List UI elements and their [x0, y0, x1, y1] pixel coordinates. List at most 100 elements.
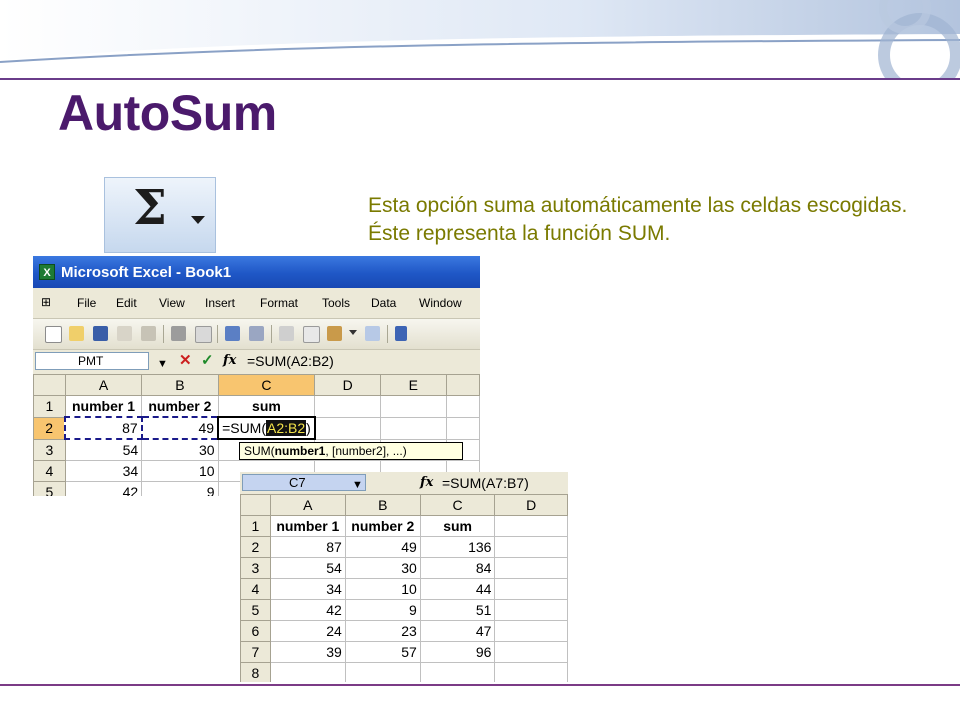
name-box-dropdown-icon[interactable]: ▼ [157, 356, 168, 372]
undo-icon[interactable] [395, 326, 407, 341]
column-header[interactable]: A [269, 494, 346, 516]
cancel-icon[interactable]: ✕ [179, 353, 192, 369]
cell[interactable] [494, 557, 568, 579]
cell[interactable]: 136 [419, 536, 496, 558]
cell[interactable]: 24 [269, 620, 346, 642]
column-header[interactable]: D [494, 494, 568, 516]
cell[interactable] [494, 620, 568, 642]
cell[interactable]: 10 [344, 578, 421, 600]
cell[interactable]: 10 [141, 460, 219, 482]
cell[interactable]: number 2 [141, 395, 219, 418]
cell[interactable] [380, 395, 447, 418]
row-header[interactable]: 4 [240, 578, 271, 600]
cell[interactable]: 34 [64, 460, 143, 482]
row-header[interactable]: 3 [240, 557, 271, 579]
cell[interactable] [494, 641, 568, 663]
cell[interactable]: number 1 [64, 395, 143, 418]
autosum-button[interactable]: Σ [104, 177, 216, 253]
cell[interactable]: 30 [141, 438, 219, 461]
cell[interactable]: 42 [64, 481, 143, 496]
cut-icon[interactable] [279, 326, 294, 341]
cell[interactable]: 87 [64, 416, 143, 440]
menu-window[interactable]: Window [419, 296, 462, 310]
cell[interactable]: 49 [140, 416, 220, 440]
row-header[interactable]: 3 [33, 438, 66, 461]
cell[interactable]: 49 [344, 536, 421, 558]
cell[interactable] [445, 416, 480, 440]
cell[interactable]: 23 [344, 620, 421, 642]
cell[interactable] [344, 662, 421, 682]
research-icon[interactable] [249, 326, 264, 341]
menu-data[interactable]: Data [371, 296, 396, 310]
active-cell[interactable]: =SUM(A2:B2) [217, 416, 316, 440]
cell[interactable] [445, 395, 480, 418]
cell[interactable] [494, 578, 568, 600]
cell[interactable]: 96 [419, 641, 496, 663]
formula-input[interactable]: =SUM(A7:B7) [442, 475, 529, 491]
enter-icon[interactable]: ✓ [201, 353, 214, 369]
permission-icon[interactable] [117, 326, 132, 341]
row-header[interactable]: 5 [33, 481, 66, 496]
cell[interactable]: 39 [269, 641, 346, 663]
copy-icon[interactable] [303, 326, 320, 343]
menu-tools[interactable]: Tools [322, 296, 350, 310]
save-icon[interactable] [93, 326, 108, 341]
column-header[interactable]: C [217, 374, 316, 396]
name-box[interactable]: PMT [35, 352, 149, 370]
row-header[interactable]: 4 [33, 460, 66, 482]
name-box[interactable]: C7 [242, 474, 366, 491]
column-header[interactable]: E [380, 374, 447, 396]
cell[interactable]: sum [217, 395, 316, 418]
menu-view[interactable]: View [159, 296, 185, 310]
row-header[interactable]: 5 [240, 599, 271, 621]
cell[interactable]: number 2 [344, 515, 421, 537]
column-header[interactable] [445, 374, 480, 396]
insert-function-icon[interactable]: fx [223, 353, 236, 369]
format-painter-icon[interactable] [365, 326, 380, 341]
row-header[interactable]: 1 [33, 395, 66, 418]
cell[interactable]: 84 [419, 557, 496, 579]
cell[interactable]: 54 [64, 438, 143, 461]
cell[interactable]: 9 [141, 481, 219, 496]
insert-function-icon[interactable]: fx [420, 475, 433, 491]
menu-app-icon[interactable]: ⊞ [41, 295, 51, 309]
cell[interactable] [494, 662, 568, 682]
open-icon[interactable] [69, 326, 84, 341]
column-header[interactable]: B [141, 374, 219, 396]
select-all-corner[interactable] [240, 494, 271, 516]
row-header[interactable]: 8 [240, 662, 271, 682]
menu-insert[interactable]: Insert [205, 296, 235, 310]
cell[interactable]: number 1 [269, 515, 346, 537]
print-preview-icon[interactable] [195, 326, 212, 343]
menu-edit[interactable]: Edit [116, 296, 137, 310]
tooltip-arg1[interactable]: number1 [275, 444, 326, 458]
cell[interactable] [269, 662, 346, 682]
column-header[interactable]: D [314, 374, 382, 396]
email-icon[interactable] [141, 326, 156, 341]
cell[interactable]: 30 [344, 557, 421, 579]
cell[interactable]: 42 [269, 599, 346, 621]
column-header[interactable]: A [64, 374, 143, 396]
cell[interactable] [314, 395, 382, 418]
cell[interactable] [494, 515, 568, 537]
select-all-corner[interactable] [33, 374, 66, 396]
cell[interactable] [419, 662, 496, 682]
cell[interactable]: 51 [419, 599, 496, 621]
row-header[interactable]: 2 [240, 536, 271, 558]
paste-icon[interactable] [327, 326, 342, 341]
cell[interactable] [494, 536, 568, 558]
row-header[interactable]: 1 [240, 515, 271, 537]
cell[interactable]: 34 [269, 578, 346, 600]
formula-input[interactable]: =SUM(A2:B2) [247, 353, 334, 369]
cell[interactable]: 57 [344, 641, 421, 663]
row-header[interactable]: 6 [240, 620, 271, 642]
row-header[interactable]: 2 [33, 416, 66, 440]
cell[interactable]: 54 [269, 557, 346, 579]
new-icon[interactable] [45, 326, 62, 343]
column-header[interactable]: B [344, 494, 421, 516]
column-header[interactable]: C [419, 494, 496, 516]
print-icon[interactable] [171, 326, 186, 341]
cell[interactable]: 9 [344, 599, 421, 621]
dropdown-arrow-icon[interactable] [191, 216, 205, 224]
name-box-dropdown-icon[interactable]: ▼ [352, 477, 363, 493]
